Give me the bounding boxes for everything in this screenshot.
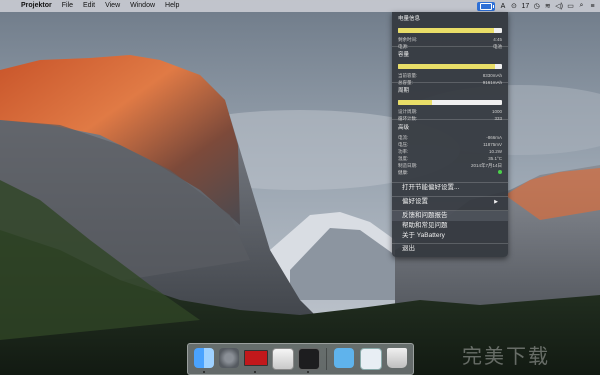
- watermark-text: 完美下载: [462, 344, 550, 368]
- documents-icon[interactable]: [360, 348, 382, 370]
- charge-bar: [398, 28, 502, 33]
- search-icon[interactable]: ⌕: [578, 2, 585, 11]
- cycle-bar: [398, 100, 502, 105]
- row-value: 10.2W: [488, 149, 502, 154]
- menu-help[interactable]: Help: [160, 0, 184, 12]
- info-row: 剩余时间: 4:45: [398, 36, 502, 43]
- dock: [187, 343, 414, 375]
- info-row: 制造日期: 2014年7月14日: [398, 162, 502, 169]
- projektor-icon[interactable]: [244, 350, 268, 366]
- row-value: 2014年7月14日: [470, 163, 502, 168]
- open-energy-prefs-item[interactable]: 打开节能偏好设置...: [402, 183, 502, 193]
- info-row: 温度: 35.1°C: [398, 155, 502, 162]
- preview-icon[interactable]: [272, 348, 294, 370]
- system-preferences-icon[interactable]: [219, 348, 239, 368]
- info-row: 设计周期: 1000: [398, 108, 502, 115]
- section-title: 容量: [398, 52, 410, 58]
- row-label: 当前容量:: [398, 73, 418, 78]
- battery-info-section: 电量信息 剩余时间: 4:45 电源: 电池: [398, 14, 502, 50]
- health-indicator-icon: [496, 169, 502, 176]
- info-row: 功率: 10.2W: [398, 148, 502, 155]
- info-row: 电压: 11875mV: [398, 141, 502, 148]
- info-row: 电流: -866mA: [398, 134, 502, 141]
- row-label: 健康:: [398, 170, 409, 175]
- terminal-icon[interactable]: [298, 348, 320, 370]
- cycle-section: 周期 设计周期: 1000 循环计数: 333: [398, 86, 502, 122]
- about-item[interactable]: 关于 YaBattery: [402, 231, 502, 241]
- row-value: -866mA: [486, 135, 502, 140]
- input-source-icon[interactable]: A: [499, 2, 506, 11]
- section-title: 电量信息: [398, 16, 421, 22]
- row-label: 剩余时间:: [398, 37, 418, 42]
- menu-bar: Projektor File Edit View Window Help A ⊙…: [0, 0, 600, 12]
- notification-center-icon[interactable]: ≡: [589, 2, 596, 11]
- desktop-wallpaper: [0, 0, 600, 375]
- info-row: 当前容量: 8330mAh: [398, 72, 502, 79]
- running-indicator: [307, 371, 309, 373]
- submenu-arrow-icon: ▶: [494, 199, 498, 205]
- folder-icon[interactable]: [334, 348, 354, 368]
- row-value: 11875mV: [483, 142, 502, 147]
- advanced-section: 高级 电流: -866mA 电压: 11875mV 功率: 10.2W 温度: …: [398, 123, 502, 176]
- status-number-text[interactable]: 17: [521, 2, 529, 11]
- battery-icon[interactable]: ▭: [567, 2, 574, 11]
- dock-separator: [326, 348, 327, 370]
- preferences-item[interactable]: 偏好设置 ▶: [402, 197, 502, 207]
- menu-view[interactable]: View: [100, 0, 125, 12]
- row-label: 电压:: [398, 142, 409, 147]
- row-label: 功率:: [398, 149, 409, 154]
- section-title: 周期: [398, 88, 410, 94]
- yabattery-menu-panel: 电量信息 剩余时间: 4:45 电源: 电池 容量 当前容量: 8330mAh …: [392, 12, 508, 257]
- running-indicator: [254, 371, 256, 373]
- row-label: 设计周期:: [398, 109, 418, 114]
- wifi-icon[interactable]: ≋: [544, 2, 551, 11]
- preferences-label: 偏好设置: [402, 198, 428, 205]
- section-title: 高级: [398, 125, 410, 131]
- finder-icon[interactable]: [194, 348, 214, 368]
- menu-edit[interactable]: Edit: [78, 0, 100, 12]
- menu-file[interactable]: File: [57, 0, 78, 12]
- timemachine-icon[interactable]: ◷: [533, 2, 540, 11]
- trash-icon[interactable]: [387, 348, 407, 368]
- row-value: 8330mAh: [482, 73, 502, 78]
- menu-app-name[interactable]: Projektor: [16, 0, 57, 12]
- capacity-section: 容量 当前容量: 8330mAh 总容量: 9161mAh: [398, 50, 502, 86]
- row-label: 电流:: [398, 135, 409, 140]
- divider: [392, 82, 508, 83]
- yabattery-status-icon[interactable]: [477, 1, 496, 11]
- quit-item[interactable]: 退出: [402, 244, 502, 254]
- charge-bar-fill: [398, 28, 494, 33]
- running-indicator: [203, 371, 205, 373]
- row-value: 35.1°C: [488, 156, 502, 161]
- row-value: 1000: [491, 109, 502, 114]
- menu-window[interactable]: Window: [125, 0, 160, 12]
- cycle-bar-fill: [398, 100, 433, 105]
- sync-status-icon[interactable]: ⊙: [510, 2, 517, 11]
- row-label: 制造日期:: [398, 163, 418, 168]
- capacity-bar-fill: [398, 64, 495, 69]
- row-value: 4:45: [493, 37, 502, 42]
- divider: [392, 46, 508, 47]
- info-row: 健康:: [398, 169, 502, 176]
- feedback-item[interactable]: 反馈和问题报告: [392, 211, 508, 221]
- divider: [392, 119, 508, 120]
- capacity-bar: [398, 64, 502, 69]
- row-label: 温度:: [398, 156, 409, 161]
- volume-icon[interactable]: ◁): [555, 2, 563, 11]
- el-capitan-wallpaper: [0, 0, 600, 375]
- status-area: A ⊙ 17 ◷ ≋ ◁) ▭ ⌕ ≡: [477, 0, 596, 12]
- help-item[interactable]: 帮助和常见问题: [402, 221, 502, 231]
